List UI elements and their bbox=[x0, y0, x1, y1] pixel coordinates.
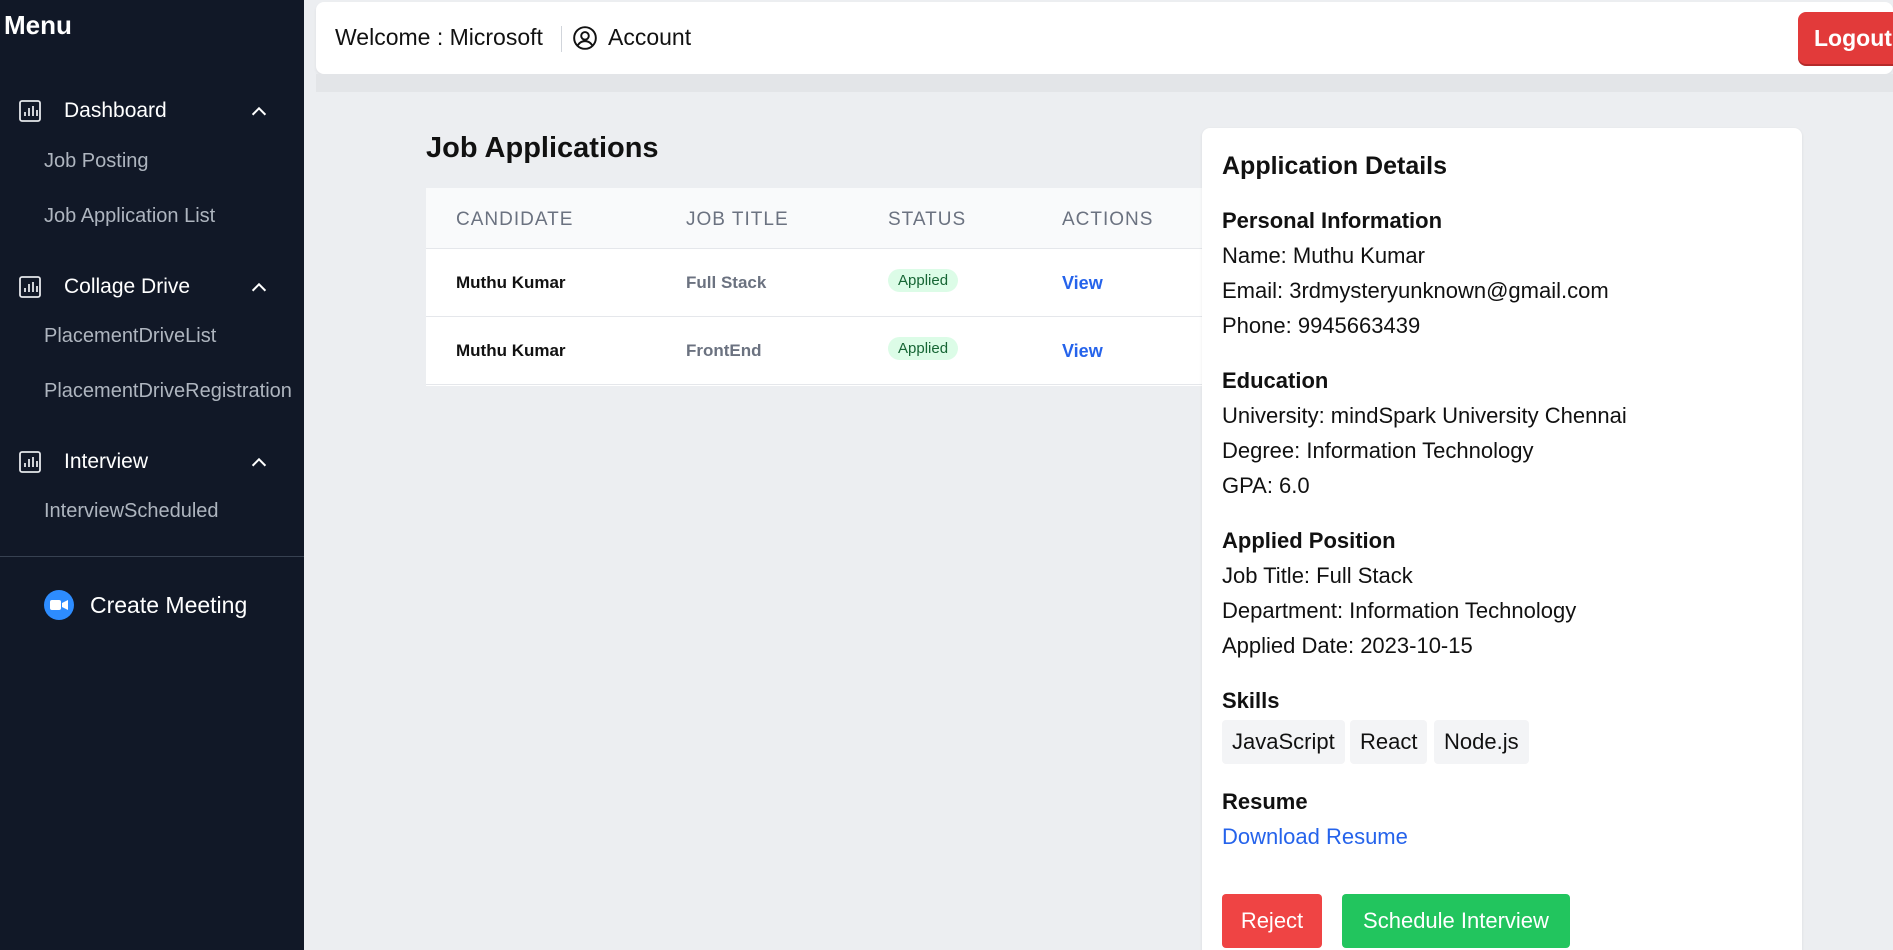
sidebar-item-job-application-list[interactable]: Job Application List bbox=[44, 205, 215, 228]
menu-title: Menu bbox=[4, 10, 72, 40]
personal-info-heading: Personal Information bbox=[1222, 208, 1443, 233]
candidate-cell: Muthu Kumar bbox=[456, 341, 566, 360]
create-meeting-label: Create Meeting bbox=[90, 591, 248, 618]
applications-table: CANDIDATE JOB TITLE STATUS ACTIONS Muthu… bbox=[426, 188, 1206, 386]
candidate-phone: Phone: 9945663439 bbox=[1222, 313, 1421, 338]
schedule-interview-button[interactable]: Schedule Interview bbox=[1342, 894, 1570, 948]
column-header-job-title: JOB TITLE bbox=[686, 209, 789, 230]
chevron-up-icon[interactable] bbox=[248, 277, 270, 299]
view-button[interactable]: View bbox=[1062, 273, 1103, 294]
view-button[interactable]: View bbox=[1062, 341, 1103, 362]
sidebar-section-collage-drive[interactable]: Collage Drive bbox=[0, 265, 304, 309]
column-header-status: STATUS bbox=[888, 209, 967, 230]
chevron-up-icon[interactable] bbox=[248, 452, 270, 474]
skill-tag: Node.js bbox=[1434, 720, 1529, 764]
logout-button[interactable]: Logout bbox=[1798, 12, 1893, 64]
welcome-text: Welcome : Microsoft bbox=[335, 24, 543, 50]
status-badge: Applied bbox=[888, 269, 959, 292]
candidate-email: Email: 3rdmysteryunknown@gmail.com bbox=[1222, 278, 1609, 303]
resume-heading: Resume bbox=[1222, 789, 1308, 814]
table-row: Muthu Kumar Full Stack Applied View bbox=[426, 249, 1206, 317]
sidebar-section-interview[interactable]: Interview bbox=[0, 440, 304, 484]
applied-job-title: Job Title: Full Stack bbox=[1222, 563, 1413, 588]
table-header: CANDIDATE JOB TITLE STATUS ACTIONS bbox=[426, 188, 1206, 249]
user-circle-icon bbox=[573, 25, 597, 50]
column-header-candidate: CANDIDATE bbox=[456, 209, 574, 230]
job-title-cell: Full Stack bbox=[686, 273, 767, 292]
header-underline bbox=[316, 74, 1893, 92]
education-heading: Education bbox=[1222, 368, 1329, 393]
application-details-panel: Application Details Personal Information… bbox=[1202, 128, 1802, 950]
bar-chart-icon bbox=[19, 276, 41, 298]
sidebar-item-placement-drive-list[interactable]: PlacementDriveList bbox=[44, 325, 216, 348]
bar-chart-icon bbox=[19, 100, 41, 122]
gpa: GPA: 6.0 bbox=[1222, 473, 1310, 498]
skill-tag: React bbox=[1350, 720, 1428, 764]
sidebar-item-interview-scheduled[interactable]: InterviewScheduled bbox=[44, 500, 219, 523]
chevron-up-icon[interactable] bbox=[248, 101, 270, 123]
sidebar-divider bbox=[0, 556, 304, 557]
create-meeting-button[interactable]: Create Meeting bbox=[44, 588, 247, 622]
column-header-actions: ACTIONS bbox=[1062, 209, 1154, 230]
job-title-cell: FrontEnd bbox=[686, 341, 762, 360]
skill-tag: JavaScript bbox=[1222, 720, 1345, 764]
sidebar-section-label: Collage Drive bbox=[64, 275, 191, 298]
sidebar: Menu Dashboard Job Posting Job Applicati… bbox=[0, 0, 304, 950]
top-header: Welcome : Microsoft Account Logout bbox=[316, 2, 1893, 74]
video-camera-icon bbox=[44, 590, 74, 620]
header-separator bbox=[561, 26, 562, 52]
sidebar-section-label: Dashboard bbox=[64, 99, 167, 122]
details-title: Application Details bbox=[1222, 152, 1448, 180]
download-resume-link[interactable]: Download Resume bbox=[1222, 824, 1408, 850]
page-title: Job Applications bbox=[426, 132, 659, 164]
reject-button[interactable]: Reject bbox=[1222, 894, 1322, 948]
sidebar-section-label: Interview bbox=[64, 450, 149, 473]
skills-heading: Skills bbox=[1222, 688, 1280, 713]
account-label: Account bbox=[608, 24, 692, 50]
sidebar-item-placement-drive-registration[interactable]: PlacementDriveRegistration bbox=[44, 380, 292, 403]
degree: Degree: Information Technology bbox=[1222, 438, 1534, 463]
account-link[interactable]: Account bbox=[572, 24, 691, 51]
applied-position-heading: Applied Position bbox=[1222, 528, 1396, 553]
department: Department: Information Technology bbox=[1222, 598, 1577, 623]
status-badge: Applied bbox=[888, 337, 959, 360]
applied-date: Applied Date: 2023-10-15 bbox=[1222, 633, 1473, 658]
sidebar-section-dashboard[interactable]: Dashboard bbox=[0, 89, 304, 133]
table-row: Muthu Kumar FrontEnd Applied View bbox=[426, 317, 1206, 385]
sidebar-item-job-posting[interactable]: Job Posting bbox=[44, 150, 149, 173]
bar-chart-icon bbox=[19, 451, 41, 473]
university: University: mindSpark University Chennai bbox=[1222, 403, 1627, 428]
candidate-cell: Muthu Kumar bbox=[456, 273, 566, 292]
candidate-name: Name: Muthu Kumar bbox=[1222, 243, 1425, 268]
